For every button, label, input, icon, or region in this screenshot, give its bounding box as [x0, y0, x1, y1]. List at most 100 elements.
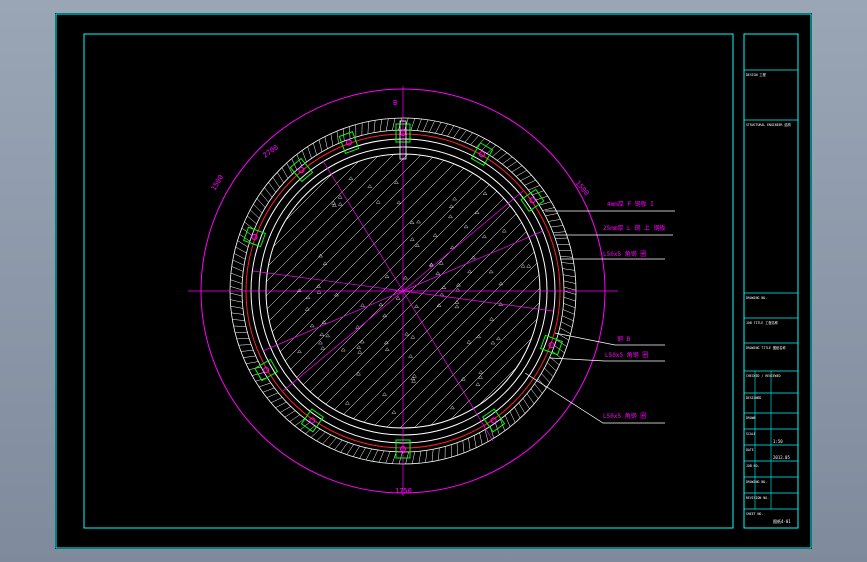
wall-hatch-line [473, 435, 477, 448]
speckle-mark [488, 269, 494, 274]
speckle-mark [304, 306, 310, 311]
bracket-box [539, 334, 563, 356]
wall-hatch-line [262, 387, 275, 393]
wall-hatch-line [284, 410, 296, 418]
wall-hatch-line [563, 274, 576, 278]
wall-hatch-line [276, 172, 284, 183]
title-block-row-label: CHECKED / REVIEWED [746, 374, 781, 378]
title-block-row-label: REVISION NO. [746, 496, 769, 500]
speckle-mark [325, 333, 331, 338]
speckle-mark [359, 339, 365, 344]
wall-hatch-line [548, 219, 561, 222]
wall-hatch-line [272, 177, 280, 188]
sheet-value: 图纸4-01 [773, 518, 791, 524]
speckle-mark [409, 237, 415, 241]
speckle-mark [348, 176, 354, 180]
title-block-row-label: JOB NO. [746, 464, 760, 468]
speckle-mark [378, 302, 384, 307]
speckle-mark [414, 304, 419, 308]
speckle-mark [395, 296, 401, 300]
speckle-mark [403, 275, 408, 280]
wall-hatch-line [234, 253, 246, 260]
speckle-mark [490, 340, 496, 345]
wall-hatch-line [550, 225, 564, 228]
wall-hatch-line [372, 449, 379, 462]
drawing-sheet[interactable]: DESIGN 工程 STRUCTURAL ENGINEER 结构 DRAWING N… [55, 13, 812, 549]
cad-viewport[interactable]: DESIGN 工程 STRUCTURAL ENGINEER 结构 DRAWING N… [0, 0, 867, 562]
speckle-mark [435, 271, 441, 275]
wall-hatch-line [322, 434, 332, 445]
wall-hatch-line [468, 438, 471, 451]
wall-hatch-line [509, 411, 516, 423]
bracket-box [254, 358, 279, 382]
wall-hatch-line [562, 309, 575, 315]
wall-hatch-line [563, 296, 576, 302]
wall-hatch-line [275, 401, 287, 408]
speckle-mark [297, 349, 302, 354]
wall-hatch-line [410, 118, 416, 131]
radial-line [402, 190, 524, 292]
leader-line [554, 332, 665, 346]
wall-hatch-line [230, 279, 243, 284]
wall-hatch-line [245, 361, 259, 364]
speckle-mark [478, 370, 484, 374]
speckle-mark [448, 214, 453, 219]
wall-hatch-line [422, 119, 429, 132]
bracket-bolt [298, 166, 305, 173]
wall-hatch-line [547, 362, 557, 372]
callout-5: L50x5 角钢 圈 [605, 351, 648, 359]
wall-hatch-line [553, 231, 566, 234]
speckle-mark [309, 323, 315, 328]
wall-hatch-line [279, 406, 291, 413]
wall-hatch-line [307, 146, 312, 159]
drawing-canvas: DESIGN 工程 STRUCTURAL ENGINEER 结构 DRAWING N… [55, 13, 812, 549]
wall-hatch-line [233, 325, 247, 327]
title-block-row-label: DRAWING NO. [746, 480, 767, 484]
speckle-mark [489, 316, 494, 321]
wall-hatch-line [229, 286, 243, 291]
wall-hatch-line [552, 351, 563, 360]
wall-hatch-line [313, 143, 317, 156]
wall-hatch-line [511, 165, 523, 173]
wall-hatch-line [336, 131, 339, 144]
speckle-mark [410, 334, 416, 339]
wall-hatch-line [479, 432, 483, 445]
speckle-mark [384, 274, 390, 279]
wall-hatch-line [264, 187, 273, 198]
wall-hatch-line [250, 209, 260, 219]
wall-hatch-line [447, 125, 455, 137]
wall-hatch-line [270, 397, 283, 404]
speckle-mark [475, 382, 481, 386]
drawing-frame [83, 33, 734, 529]
wall-hatch-line [563, 290, 577, 295]
wall-hatch-line [253, 203, 263, 214]
wall-hatch-line [258, 382, 271, 388]
wall-hatch-line [453, 127, 461, 139]
speckle-mark [318, 340, 323, 345]
wall-hatch-line [560, 321, 573, 328]
wall-hatch-line [289, 414, 301, 422]
steel-bracket [470, 142, 494, 167]
title-block-row-label: DRAWING TITLE 图纸名称 [746, 345, 786, 350]
speckle-mark [450, 405, 455, 410]
wall-hatch-line [522, 398, 530, 409]
wall-hatch-line [506, 160, 518, 169]
wall-hatch-line [534, 383, 543, 394]
radial-line [282, 290, 404, 392]
section-marker-b: B [393, 99, 397, 107]
wall-hatch-line [379, 119, 383, 132]
speckle-mark [320, 346, 326, 350]
title-block-row-label: STRUCTURAL ENGINEER 结构 [746, 122, 791, 127]
title-block-row-label: DESIGNED [746, 396, 761, 400]
speckle-mark [454, 304, 460, 309]
title-block-row-label: SCALE [746, 432, 756, 436]
speckle-mark [466, 339, 472, 344]
wall-hatch-line [324, 136, 328, 149]
wall-hatch-line [541, 373, 550, 383]
concrete-speckle [296, 176, 532, 414]
steel-bracket [539, 334, 563, 356]
wall-hatch-line [544, 367, 554, 378]
dim-top-left: 2700 [262, 143, 280, 159]
speckle-mark [357, 349, 363, 354]
title-block-row-label: DATE [746, 448, 754, 452]
